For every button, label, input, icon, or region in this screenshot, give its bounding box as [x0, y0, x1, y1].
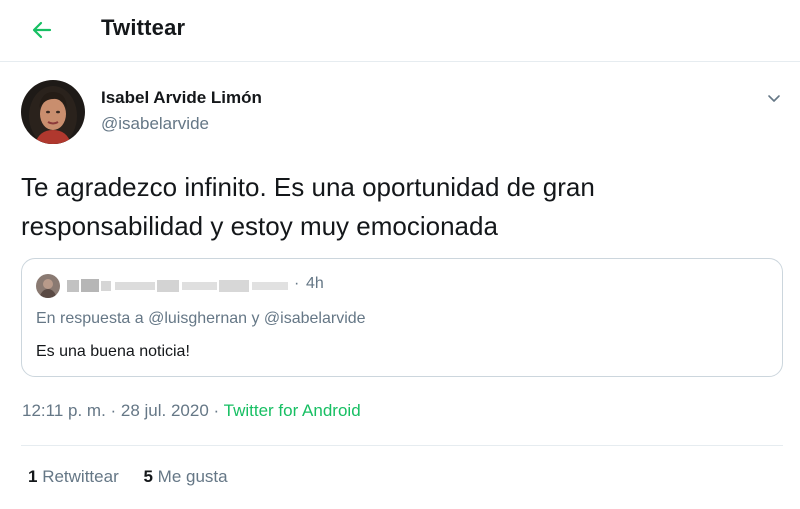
- author-avatar[interactable]: [21, 80, 85, 144]
- quoted-tweet[interactable]: · 4h En respuesta a @luisghernan y @isab…: [21, 258, 783, 377]
- quoted-author-name-redacted: [67, 279, 288, 292]
- meta-separator: ·: [213, 401, 220, 420]
- tweet-source[interactable]: Twitter for Android: [224, 401, 361, 420]
- arrow-left-icon: [32, 21, 52, 39]
- retweets-count: 1: [28, 467, 38, 486]
- tweet-text: Te agradezco infinito. Es una oportunida…: [21, 172, 595, 241]
- tweet-metadata: 12:11 p. m. · 28 jul. 2020 · Twitter for…: [22, 401, 361, 421]
- page-title: Twittear: [101, 15, 186, 40]
- tweet-timestamp[interactable]: 12:11 p. m. · 28 jul. 2020: [22, 401, 209, 420]
- author-name[interactable]: Isabel Arvide Limón: [101, 88, 262, 108]
- more-options-button[interactable]: [760, 84, 788, 112]
- quoted-reply-context: En respuesta a @luisghernan y @isabelarv…: [36, 310, 366, 327]
- retweets-stat[interactable]: 1 Retwittear: [28, 467, 119, 487]
- likes-count: 5: [143, 467, 153, 486]
- tweet-stats: 1 Retwittear 5 Me gusta: [28, 467, 228, 487]
- quoted-separator: ·: [294, 275, 300, 292]
- top-bar: Twittear: [0, 0, 800, 62]
- likes-label: Me gusta: [157, 467, 228, 486]
- back-button[interactable]: [24, 12, 60, 48]
- quoted-text: Es una buena noticia!: [36, 343, 190, 360]
- chevron-down-icon: [768, 95, 780, 102]
- divider: [21, 445, 783, 446]
- quoted-author-avatar: [36, 274, 60, 298]
- retweets-label: Retwittear: [42, 467, 119, 486]
- quoted-time[interactable]: 4h: [306, 275, 324, 293]
- likes-stat[interactable]: 5 Me gusta: [143, 467, 227, 487]
- author-handle[interactable]: @isabelarvide: [101, 114, 209, 134]
